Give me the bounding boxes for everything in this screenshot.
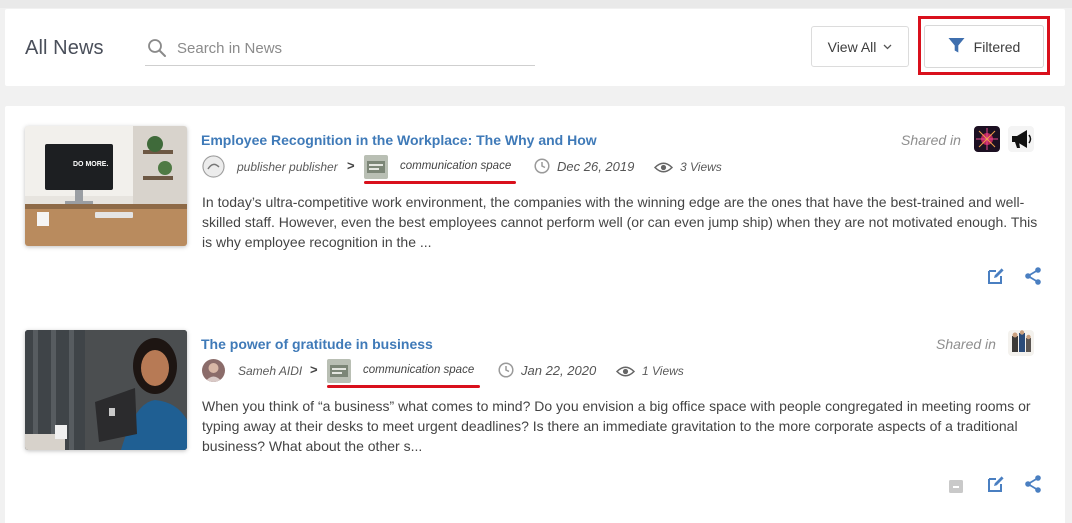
news-meta: Sameh AIDI > communication space Jan 22,…	[202, 358, 802, 388]
author-name[interactable]: Sameh AIDI	[238, 364, 302, 378]
clock-icon	[534, 158, 550, 174]
news-header: All News View All Filtered	[5, 9, 1065, 86]
news-title[interactable]: Employee Recognition in the Workplace: T…	[201, 132, 597, 148]
space-highlight-underline	[327, 385, 480, 388]
breadcrumb-separator: >	[347, 158, 355, 173]
search-bar[interactable]	[145, 33, 535, 66]
news-item: DO MORE. Employee Recognition in the Wor…	[5, 106, 1065, 296]
news-item: The power of gratitude in business Sameh…	[5, 310, 1065, 500]
news-title[interactable]: The power of gratitude in business	[201, 336, 433, 352]
chevron-down-icon	[883, 44, 892, 49]
view-all-label: View All	[827, 38, 877, 55]
space-highlight-underline	[364, 181, 516, 184]
archive-icon[interactable]	[947, 477, 965, 495]
space-name[interactable]: communication space	[363, 364, 474, 376]
eye-icon	[616, 366, 635, 377]
business-woman-image	[25, 330, 187, 450]
shared-space-avatar[interactable]	[974, 126, 1000, 152]
share-icon[interactable]	[1023, 474, 1043, 494]
view-all-dropdown[interactable]: View All	[811, 26, 909, 67]
space-name[interactable]: communication space	[400, 160, 511, 172]
filter-button[interactable]: Filtered	[924, 25, 1044, 68]
megaphone-icon	[1008, 126, 1034, 152]
breadcrumb-separator: >	[310, 362, 318, 377]
edit-icon[interactable]	[986, 474, 1006, 494]
shared-space-avatar[interactable]	[1008, 126, 1034, 152]
author-avatar[interactable]	[202, 359, 225, 382]
edit-icon[interactable]	[986, 266, 1006, 286]
desk-image: DO MORE.	[25, 126, 187, 246]
news-list: DO MORE. Employee Recognition in the Wor…	[5, 106, 1065, 523]
publish-date: Jan 22, 2020	[521, 363, 597, 378]
news-excerpt: In today’s ultra-competitive work enviro…	[202, 194, 1038, 250]
shared-in-label: Shared in	[936, 336, 996, 352]
view-count: 1 Views	[642, 364, 684, 378]
search-input[interactable]	[177, 35, 527, 61]
share-icon[interactable]	[1023, 266, 1043, 286]
news-thumbnail[interactable]	[25, 330, 187, 450]
news-excerpt: When you think of “a business” what come…	[202, 398, 1031, 454]
top-divider	[0, 0, 1072, 8]
space-avatar[interactable]	[327, 359, 351, 383]
news-meta: publisher publisher > communication spac…	[202, 154, 802, 184]
filter-icon	[948, 37, 965, 52]
space-avatar[interactable]	[364, 155, 388, 179]
thumb-text: DO MORE.	[73, 161, 108, 168]
page-title: All News	[25, 37, 104, 59]
shared-space-avatar[interactable]	[1008, 330, 1034, 356]
eye-icon	[654, 162, 673, 173]
view-count: 3 Views	[680, 160, 722, 174]
author-avatar[interactable]	[202, 155, 225, 178]
search-icon	[148, 39, 166, 57]
author-name[interactable]: publisher publisher	[237, 160, 338, 174]
news-thumbnail[interactable]: DO MORE.	[25, 126, 187, 246]
shared-in-label: Shared in	[901, 132, 961, 148]
publish-date: Dec 26, 2019	[557, 159, 635, 174]
clock-icon	[498, 362, 514, 378]
filter-label: Filtered	[973, 38, 1021, 55]
